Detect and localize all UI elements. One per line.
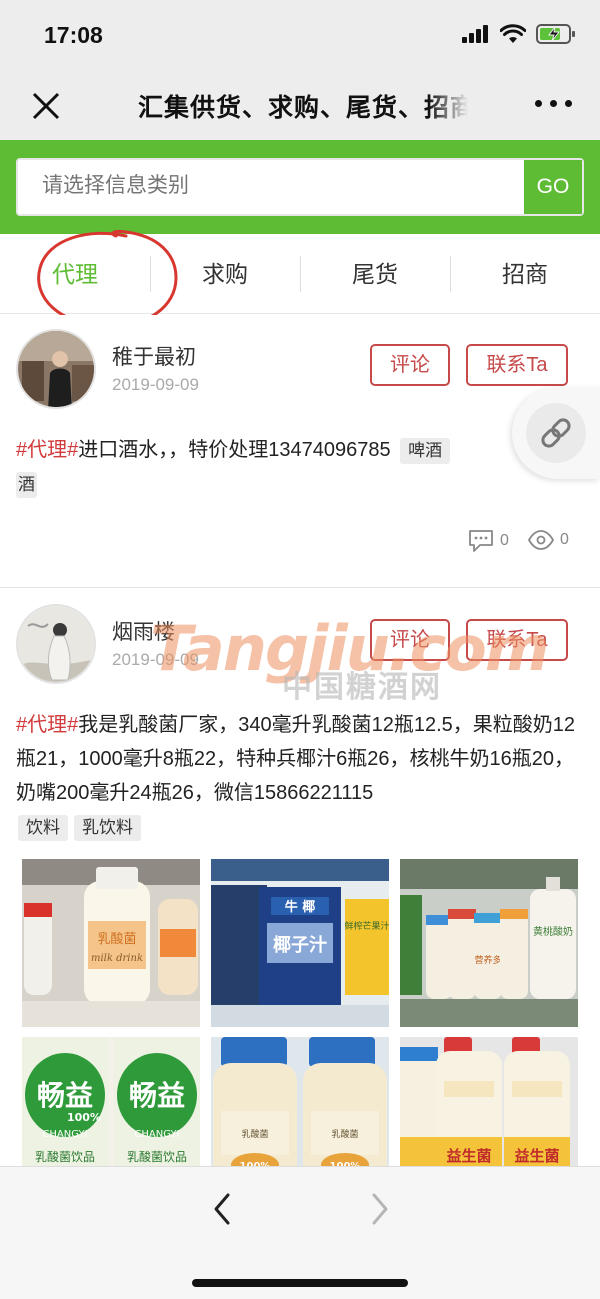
image-label: 100%	[67, 1111, 101, 1124]
comment-button[interactable]: 评论	[370, 344, 450, 386]
comment-count[interactable]: 0	[468, 529, 509, 553]
category-tabs: 代理 求购 尾货 招商	[0, 234, 600, 314]
image-label: 乳酸菌	[97, 932, 136, 947]
nav-bar: 汇集供货、求购、尾货、招商	[0, 72, 600, 140]
category-select-input[interactable]	[42, 174, 502, 198]
post-image-1[interactable]: 乳酸菌 milk drink	[22, 859, 200, 1027]
post-2: 烟雨楼 2019-09-09 评论 联系Ta #代理#我是乳酸菌厂家，340毫升…	[0, 588, 600, 1205]
page-title: 汇集供货、求购、尾货、招商	[138, 94, 468, 122]
image-label: 鲜榨芒果汁	[344, 920, 389, 932]
post-date: 2019-09-09	[112, 375, 199, 394]
comment-count-value: 0	[500, 532, 509, 549]
status-icons	[462, 24, 576, 44]
tag-chip[interactable]: 乳饮料	[74, 815, 141, 841]
forward-arrow-icon[interactable]	[364, 1189, 396, 1229]
battery-charging-icon	[536, 24, 575, 44]
status-bar: 17:08	[0, 0, 600, 72]
home-indicator[interactable]	[192, 1279, 408, 1287]
image-label: 椰子汁	[273, 934, 327, 956]
view-count: 0	[528, 529, 569, 551]
username: 烟雨楼	[112, 621, 175, 644]
image-label: CHANGYI	[42, 1129, 87, 1140]
image-label: 乳酸菌	[241, 1128, 268, 1140]
image-label: 黄桃酸奶	[533, 925, 573, 938]
image-label: 营养多	[474, 954, 501, 966]
hashtag[interactable]: #代理#	[16, 714, 78, 736]
contact-button[interactable]: 联系Ta	[466, 344, 568, 386]
image-label: 畅益	[129, 1079, 185, 1112]
tab-surplus[interactable]: 尾货	[300, 234, 450, 313]
avatar[interactable]	[16, 329, 96, 409]
tag-chip[interactable]: 饮料	[18, 815, 68, 841]
tag-chip[interactable]: 酒	[16, 472, 37, 498]
image-label: milk drink	[91, 953, 143, 964]
post-text: #代理#我是乳酸菌厂家，340毫升乳酸菌12瓶12.5，果粒酸奶12瓶21，10…	[16, 708, 586, 844]
comment-button[interactable]: 评论	[370, 619, 450, 661]
image-label: 益生菌	[514, 1147, 559, 1165]
go-button[interactable]: GO	[524, 160, 582, 214]
status-time: 17:08	[44, 22, 103, 48]
comment-icon	[469, 530, 493, 552]
image-label: 乳酸菌饮品	[127, 1149, 187, 1164]
image-label: 益生菌	[446, 1147, 491, 1165]
wifi-icon	[500, 24, 526, 43]
bottom-nav-bar	[0, 1166, 600, 1299]
close-icon[interactable]	[30, 90, 62, 122]
more-options-icon[interactable]	[535, 100, 572, 107]
signal-icon	[462, 25, 488, 43]
image-label: CHANGYI	[134, 1129, 179, 1140]
link-icon	[541, 418, 571, 448]
tab-investment[interactable]: 招商	[450, 234, 600, 313]
post-body: 我是乳酸菌厂家，340毫升乳酸菌12瓶12.5，果粒酸奶12瓶21，1000毫升…	[16, 714, 576, 804]
image-label: 乳酸菌饮品	[35, 1149, 95, 1164]
tab-purchase[interactable]: 求购	[150, 234, 300, 313]
post-image-3[interactable]: 营养多 黄桃酸奶	[400, 859, 578, 1027]
post-text: #代理#进口酒水，，特价处理13474096785 啤酒 酒	[16, 433, 586, 501]
tag-chip[interactable]: 啤酒	[400, 438, 451, 464]
back-arrow-icon[interactable]	[206, 1189, 238, 1229]
image-label: 畅益	[37, 1079, 93, 1112]
tab-agent[interactable]: 代理	[0, 234, 150, 313]
view-count-value: 0	[560, 531, 569, 548]
contact-button[interactable]: 联系Ta	[466, 619, 568, 661]
eye-icon	[528, 530, 554, 550]
search-band: GO	[0, 140, 600, 234]
image-label: 乳酸菌	[331, 1128, 358, 1140]
avatar[interactable]	[16, 604, 96, 684]
post-date: 2019-09-09	[112, 650, 199, 669]
search-box: GO	[16, 158, 584, 216]
hashtag[interactable]: #代理#	[16, 439, 78, 461]
image-label: 牛 椰	[285, 899, 316, 915]
post-body: 进口酒水，，特价处理13474096785	[78, 439, 391, 461]
post-image-2[interactable]: 牛 椰 椰子汁 鲜榨芒果汁	[211, 859, 389, 1027]
post-1: 稚于最初 2019-09-09 评论 联系Ta #代理#进口酒水，，特价处理13…	[0, 315, 600, 587]
username: 稚于最初	[112, 346, 196, 369]
share-link-button[interactable]	[512, 387, 600, 479]
